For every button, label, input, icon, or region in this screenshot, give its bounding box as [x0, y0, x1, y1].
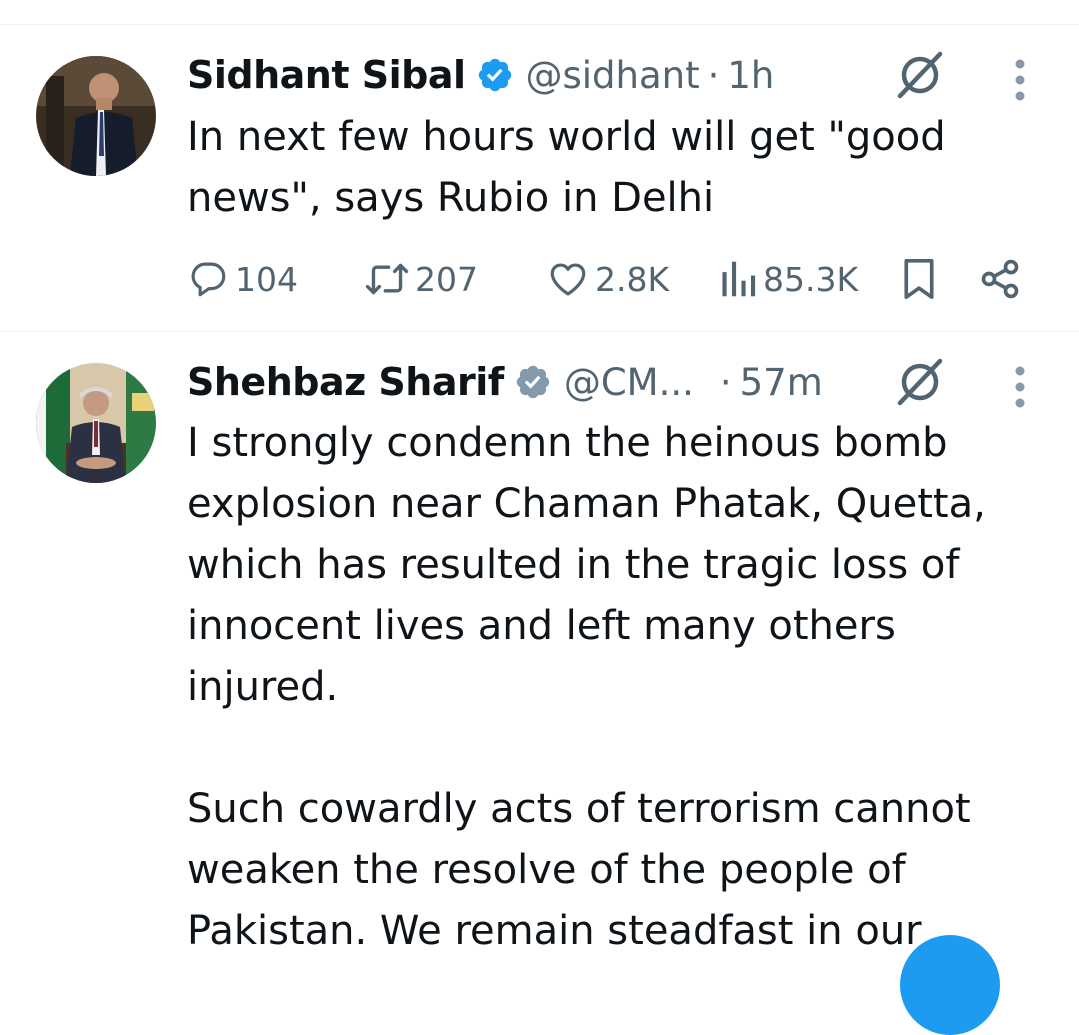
author-handle[interactable]: @sidhant	[526, 54, 700, 97]
heart-icon	[550, 263, 586, 296]
separator-dot: ·	[707, 53, 720, 97]
repost-icon	[365, 263, 409, 295]
verified-blue-icon	[478, 58, 511, 92]
tweet-text: In next few hours world will get "good n…	[187, 114, 946, 221]
view-count: 85.3K	[763, 259, 859, 299]
author-name[interactable]: Sidhant Sibal	[187, 53, 466, 97]
repost-count: 207	[415, 259, 478, 299]
bookmark-icon[interactable]	[899, 257, 939, 301]
like-button[interactable]: 2.8K	[547, 257, 669, 301]
avatar[interactable]	[36, 363, 156, 483]
tweet-text: I strongly condemn the heinous bomb expl…	[187, 420, 986, 954]
more-options-icon[interactable]	[1008, 365, 1032, 409]
separator-dot: ·	[719, 360, 732, 404]
grok-icon[interactable]	[895, 357, 945, 407]
action-bar: 104 207 2.8K 85.3K	[187, 257, 1037, 301]
reply-count: 104	[235, 259, 298, 299]
timestamp[interactable]: 57m	[740, 361, 823, 404]
views-button[interactable]: 85.3K	[719, 257, 858, 301]
share-icon[interactable]	[977, 257, 1023, 301]
author-name[interactable]: Shehbaz Sharif	[187, 360, 504, 404]
timestamp[interactable]: 1h	[727, 54, 774, 97]
reply-button[interactable]: 104	[187, 257, 298, 301]
top-divider	[0, 24, 1079, 25]
repost-button[interactable]: 207	[365, 257, 478, 301]
tweet-header: Shehbaz Sharif @CM... · 57m	[187, 357, 823, 407]
tweet-divider	[0, 331, 1079, 332]
verified-gray-icon	[516, 365, 550, 399]
author-handle[interactable]: @CM...	[564, 361, 694, 404]
reply-icon	[191, 262, 226, 297]
grok-icon[interactable]	[895, 50, 945, 100]
views-chart-icon	[722, 261, 756, 297]
compose-button[interactable]	[900, 935, 1000, 1035]
avatar[interactable]	[36, 56, 156, 176]
tweet-header: Sidhant Sibal @sidhant · 1h	[187, 50, 774, 100]
like-count: 2.8K	[595, 259, 670, 299]
more-options-icon[interactable]	[1008, 58, 1032, 102]
